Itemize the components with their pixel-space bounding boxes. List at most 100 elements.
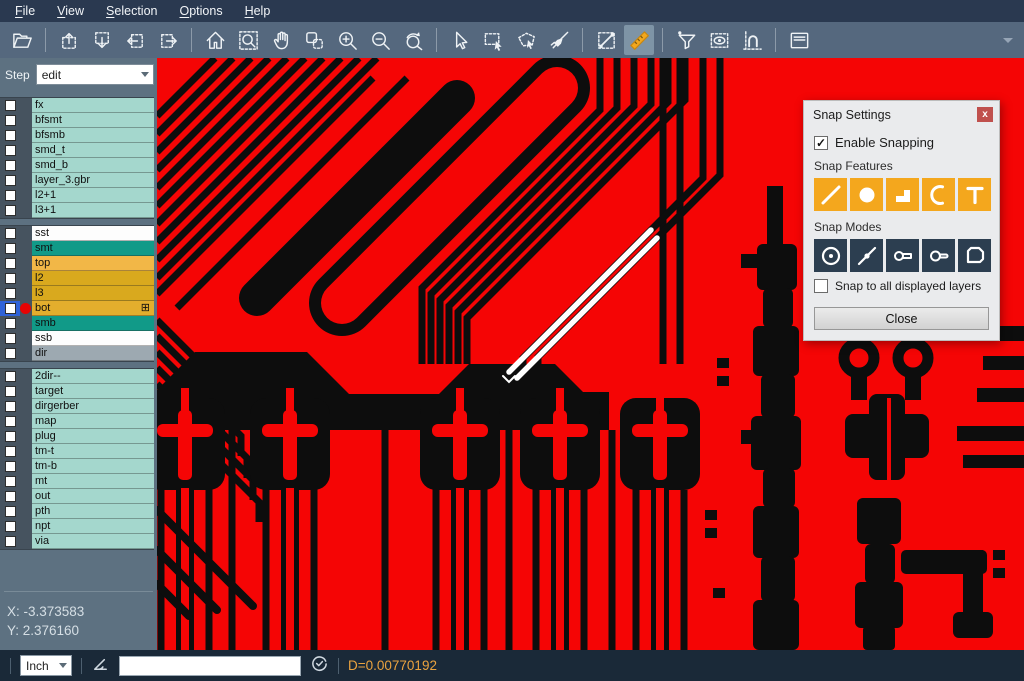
enable-snapping-checkbox[interactable]: ✓: [814, 136, 828, 150]
layer-row-l3+1[interactable]: l3+1: [0, 203, 154, 218]
layer-name-cell[interactable]: map: [32, 414, 154, 429]
snap-feature-line-button[interactable]: [814, 178, 847, 211]
layer-visibility-checkbox[interactable]: [0, 256, 20, 271]
layer-visibility-checkbox[interactable]: [0, 98, 20, 113]
layer-name-cell[interactable]: top: [32, 256, 154, 271]
layer-visibility-checkbox[interactable]: [0, 519, 20, 534]
layer-row-bot[interactable]: bot⊞: [0, 301, 154, 316]
layer-name-cell[interactable]: smd_t: [32, 143, 154, 158]
snap-mode-slot-button[interactable]: [886, 239, 919, 272]
layer-visibility-checkbox[interactable]: [0, 346, 20, 361]
snap-mode-slot-open-button[interactable]: [922, 239, 955, 272]
transform-shape-button[interactable]: [299, 25, 329, 55]
select-rect-button[interactable]: [478, 25, 508, 55]
layer-row-l2[interactable]: l2: [0, 271, 154, 286]
layer-name-cell[interactable]: out: [32, 489, 154, 504]
layer-visibility-checkbox[interactable]: [0, 459, 20, 474]
layer-row-tm-b[interactable]: tm-b: [0, 459, 154, 474]
layer-visibility-checkbox[interactable]: [0, 158, 20, 173]
snap-mode-center-button[interactable]: [814, 239, 847, 272]
snap-feature-surface-button[interactable]: [886, 178, 919, 211]
layer-row-l2+1[interactable]: l2+1: [0, 188, 154, 203]
menu-item-view[interactable]: View: [46, 4, 95, 18]
menu-item-file[interactable]: File: [4, 4, 46, 18]
layer-name-cell[interactable]: l3+1: [32, 203, 154, 218]
layer-visibility-checkbox[interactable]: [0, 414, 20, 429]
layer-name-cell[interactable]: smt: [32, 241, 154, 256]
layer-visibility-checkbox[interactable]: [0, 128, 20, 143]
layer-row-plug[interactable]: plug: [0, 429, 154, 444]
layer-row-smb[interactable]: smb: [0, 316, 154, 331]
open-button[interactable]: [7, 25, 37, 55]
snap-feature-pad-button[interactable]: [850, 178, 883, 211]
layer-name-cell[interactable]: tm-t: [32, 444, 154, 459]
layer-row-mt[interactable]: mt: [0, 474, 154, 489]
layer-row-pth[interactable]: pth: [0, 504, 154, 519]
snap-all-layers-row[interactable]: Snap to all displayed layers: [814, 279, 989, 293]
layer-name-cell[interactable]: bfsmb: [32, 128, 154, 143]
layer-name-cell[interactable]: smb: [32, 316, 154, 331]
move-up-button[interactable]: [54, 25, 84, 55]
layer-row-npt[interactable]: npt: [0, 519, 154, 534]
layer-visibility-checkbox[interactable]: [0, 173, 20, 188]
command-input[interactable]: [119, 656, 301, 676]
layer-row-top[interactable]: top: [0, 256, 154, 271]
layer-row-bfsmb[interactable]: bfsmb: [0, 128, 154, 143]
layer-name-cell[interactable]: l2+1: [32, 188, 154, 203]
layer-row-tm-t[interactable]: tm-t: [0, 444, 154, 459]
layer-name-cell[interactable]: dir: [32, 346, 154, 361]
layer-name-cell[interactable]: tm-b: [32, 459, 154, 474]
layer-row-smd_b[interactable]: smd_b: [0, 158, 154, 173]
layer-name-cell[interactable]: dirgerber: [32, 399, 154, 414]
zoom-previous-button[interactable]: [398, 25, 428, 55]
menu-item-selection[interactable]: Selection: [95, 4, 168, 18]
view-box-button[interactable]: [704, 25, 734, 55]
layer-name-cell[interactable]: target: [32, 384, 154, 399]
layer-row-smd_t[interactable]: smd_t: [0, 143, 154, 158]
layer-visibility-checkbox[interactable]: [0, 504, 20, 519]
snap-feature-arc-button[interactable]: [922, 178, 955, 211]
pcb-viewport[interactable]: Snap Settings x ✓ Enable Snapping Snap F…: [157, 58, 1024, 650]
layer-name-cell[interactable]: via: [32, 534, 154, 549]
layer-row-l3[interactable]: l3: [0, 286, 154, 301]
layer-visibility-checkbox[interactable]: [0, 444, 20, 459]
layer-visibility-checkbox[interactable]: [0, 489, 20, 504]
layer-visibility-checkbox[interactable]: [0, 286, 20, 301]
layer-visibility-checkbox[interactable]: [0, 331, 20, 346]
close-button[interactable]: Close: [814, 307, 989, 330]
layer-visibility-checkbox[interactable]: [0, 474, 20, 489]
layer-name-cell[interactable]: smd_b: [32, 158, 154, 173]
snap-feature-text-button[interactable]: [958, 178, 991, 211]
layer-visibility-checkbox[interactable]: [0, 369, 20, 384]
layer-name-cell[interactable]: pth: [32, 504, 154, 519]
layer-row-fx[interactable]: fx: [0, 98, 154, 113]
grid-matrix-icon[interactable]: ⊞: [141, 301, 150, 315]
layer-visibility-checkbox[interactable]: [0, 188, 20, 203]
angle-mode-button[interactable]: [91, 654, 110, 678]
select-poly-button[interactable]: [511, 25, 541, 55]
layer-row-bfsmt[interactable]: bfsmt: [0, 113, 154, 128]
move-down-button[interactable]: [87, 25, 117, 55]
select-button[interactable]: [445, 25, 475, 55]
net-highlight-button[interactable]: [737, 25, 767, 55]
zoom-in-button[interactable]: [332, 25, 362, 55]
layer-name-cell[interactable]: l2: [32, 271, 154, 286]
move-left-button[interactable]: [120, 25, 150, 55]
move-right-button[interactable]: [153, 25, 183, 55]
snap-all-layers-checkbox[interactable]: [814, 279, 828, 293]
layer-row-sst[interactable]: sst: [0, 226, 154, 241]
measure-line-button[interactable]: [591, 25, 621, 55]
zoom-window-button[interactable]: [233, 25, 263, 55]
close-icon[interactable]: x: [977, 107, 993, 122]
layer-visibility-checkbox[interactable]: [0, 241, 20, 256]
layer-row-map[interactable]: map: [0, 414, 154, 429]
clean-button[interactable]: [544, 25, 574, 55]
layer-visibility-checkbox[interactable]: [0, 534, 20, 549]
layer-visibility-checkbox[interactable]: [0, 143, 20, 158]
panel-button[interactable]: [784, 25, 814, 55]
layer-name-cell[interactable]: ssb: [32, 331, 154, 346]
layer-visibility-checkbox[interactable]: [0, 203, 20, 218]
dialog-title-bar[interactable]: Snap Settings x: [804, 101, 999, 125]
layer-name-cell[interactable]: l3: [32, 286, 154, 301]
snap-mode-on-element-button[interactable]: [850, 239, 883, 272]
